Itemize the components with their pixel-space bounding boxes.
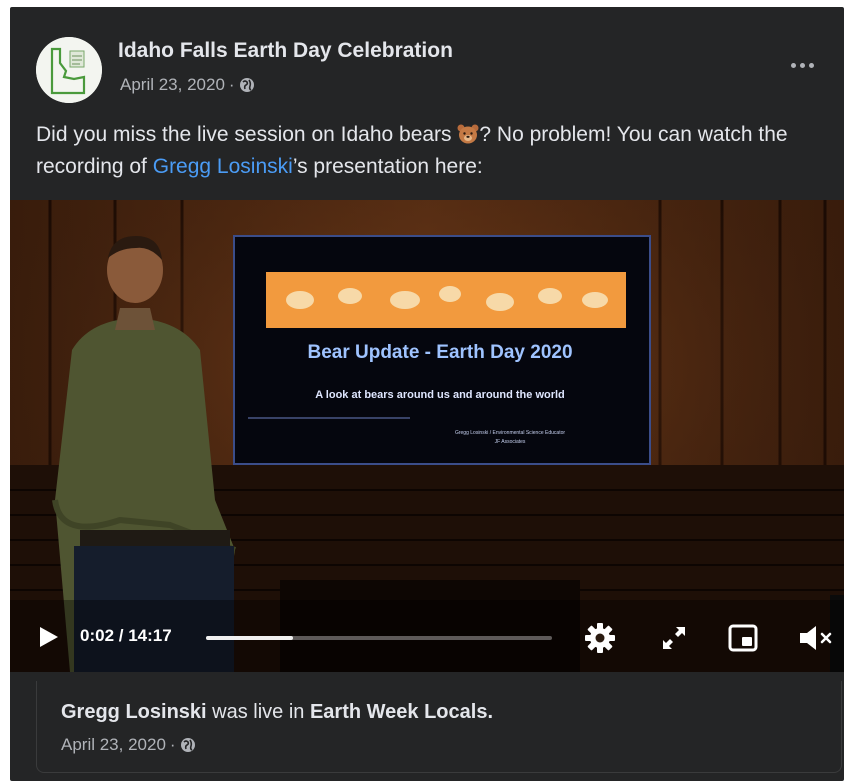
page-name-link[interactable]: Idaho Falls Earth Day Celebration [118, 39, 453, 63]
play-icon[interactable] [38, 625, 60, 649]
page-avatar[interactable] [36, 37, 102, 103]
facebook-post-card: Idaho Falls Earth Day Celebration April … [10, 7, 844, 781]
live-group-link[interactable]: Earth Week Locals. [310, 701, 493, 723]
live-meta: April 23, 2020 · [61, 735, 196, 755]
video-frame: Bear Update - Earth Day 2020 A look at b… [10, 200, 844, 672]
fullscreen-icon[interactable] [661, 625, 687, 651]
duration: 14:17 [128, 626, 172, 645]
picture-in-picture-icon[interactable] [728, 623, 758, 653]
playback-time: 0:02 / 14:17 [80, 626, 172, 646]
meta-separator: · [228, 75, 235, 94]
muted-volume-icon[interactable] [798, 624, 838, 652]
video-controls: 0:02 / 14:17 [10, 605, 844, 675]
current-time: 0:02 [80, 626, 115, 645]
live-meta-separator: · [169, 735, 176, 754]
post-meta: April 23, 2020 · [120, 75, 255, 95]
globe-icon [180, 738, 195, 752]
slide-subtitle: A look at bears around us and around the… [315, 389, 565, 401]
globe-icon[interactable] [239, 77, 255, 93]
slide-credit-1: Gregg Losinski / Environmental Science E… [455, 430, 565, 436]
post-text-part1: Did you miss the live session on Idaho b… [36, 123, 458, 146]
slide-title: Bear Update - Earth Day 2020 [307, 342, 572, 363]
more-dot [808, 62, 814, 68]
live-date[interactable]: April 23, 2020 [61, 735, 166, 755]
idaho-logo-icon [36, 37, 102, 103]
live-actor-link[interactable]: Gregg Losinski [61, 701, 207, 723]
post-date[interactable]: April 23, 2020 [120, 75, 225, 95]
more-options-button[interactable] [782, 53, 822, 77]
video-player[interactable]: Bear Update - Earth Day 2020 A look at b… [10, 200, 844, 672]
more-dot [790, 62, 796, 68]
more-dot [799, 62, 805, 68]
post-body-text: Did you miss the live session on Idaho b… [36, 119, 836, 183]
time-separator: / [114, 626, 129, 645]
live-action-text: was live in [206, 701, 310, 723]
mention-link[interactable]: Gregg Losinski [153, 155, 293, 178]
live-attribution-box[interactable]: Gregg Losinski was live in Earth Week Lo… [36, 681, 842, 773]
bear-face-emoji-icon [457, 124, 479, 144]
post-text-part3: ’s presentation here: [292, 155, 483, 178]
settings-gear-icon[interactable] [584, 622, 616, 654]
live-attribution-line: Gregg Losinski was live in Earth Week Lo… [61, 701, 493, 724]
slide-credit-2: JF Associates [495, 439, 526, 445]
progress-fill [206, 636, 293, 640]
progress-bar[interactable] [206, 636, 552, 640]
